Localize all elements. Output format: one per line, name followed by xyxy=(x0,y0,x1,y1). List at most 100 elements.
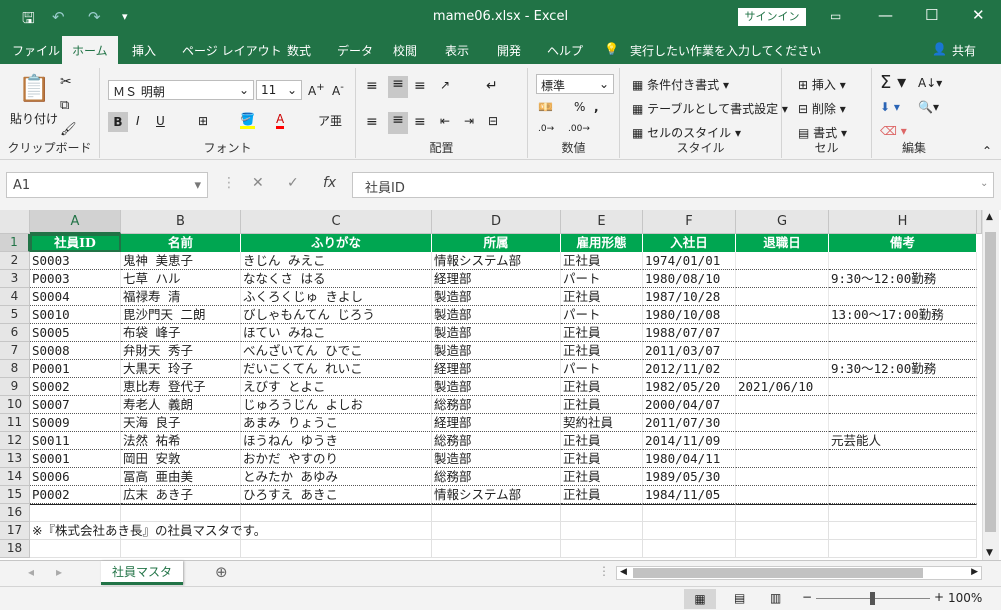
table-cell[interactable] xyxy=(829,342,977,360)
table-cell[interactable] xyxy=(736,288,829,306)
table-cell[interactable]: 1989/05/30 xyxy=(643,468,736,486)
autosum-icon[interactable]: Σ ▾ xyxy=(880,72,906,93)
table-cell[interactable]: 製造部 xyxy=(432,324,561,342)
row-header-6[interactable]: 6 xyxy=(0,324,30,342)
table-cell[interactable]: 製造部 xyxy=(432,342,561,360)
wrap-text-icon[interactable]: ↵ xyxy=(486,78,498,94)
row-header-13[interactable]: 13 xyxy=(0,450,30,468)
table-cell[interactable]: ひろすえ あきこ xyxy=(241,486,432,504)
scroll-up-icon[interactable]: ▲ xyxy=(986,212,993,222)
table-cell[interactable] xyxy=(829,288,977,306)
row-header-15[interactable]: 15 xyxy=(0,486,30,504)
table-cell[interactable]: S0010 xyxy=(30,306,121,324)
tab-review[interactable]: 校閲 xyxy=(393,42,417,59)
number-format-select[interactable]: 標準 ⌄ xyxy=(536,74,614,94)
table-cell[interactable]: 情報システム部 xyxy=(432,486,561,504)
tab-developer[interactable]: 開発 xyxy=(497,42,521,59)
row-header-14[interactable]: 14 xyxy=(0,468,30,486)
bold-button[interactable]: B xyxy=(108,112,128,132)
font-size-select[interactable]: 11 ⌄ xyxy=(256,80,302,100)
row-header-12[interactable]: 12 xyxy=(0,432,30,450)
table-cell[interactable]: 9:30～12:00勤務 xyxy=(829,360,977,378)
clear-icon[interactable]: ⌫ ▾ xyxy=(880,124,907,138)
table-cell[interactable]: 1987/10/28 xyxy=(643,288,736,306)
table-cell[interactable]: きじん みえこ xyxy=(241,252,432,270)
sort-filter-icon[interactable]: A↓▾ xyxy=(918,76,942,90)
table-cell[interactable]: 2021/06/10 xyxy=(736,378,829,396)
align-middle-icon[interactable]: ≡ xyxy=(388,76,408,98)
enter-icon[interactable]: ✓ xyxy=(287,175,299,191)
zoom-out-icon[interactable]: − xyxy=(802,590,812,604)
header-cell[interactable]: 所属 xyxy=(432,234,561,252)
table-cell[interactable] xyxy=(829,468,977,486)
shrink-font-icon[interactable]: A- xyxy=(332,82,344,98)
tab-insert[interactable]: 挿入 xyxy=(132,42,156,59)
table-cell[interactable]: パート xyxy=(561,360,643,378)
table-cell[interactable]: 岡田 安敦 xyxy=(121,450,241,468)
row-header-2[interactable]: 2 xyxy=(0,252,30,270)
table-cell[interactable]: ふくろくじゅ きよし xyxy=(241,288,432,306)
tab-view[interactable]: 表示 xyxy=(445,42,469,59)
table-cell[interactable]: 正社員 xyxy=(561,450,643,468)
table-cell[interactable]: 契約社員 xyxy=(561,414,643,432)
table-cell[interactable]: 1984/11/05 xyxy=(643,486,736,504)
table-cell[interactable]: ほうねん ゆうき xyxy=(241,432,432,450)
selected-cell-a1[interactable]: 社員ID xyxy=(30,234,121,252)
table-cell[interactable]: 正社員 xyxy=(561,324,643,342)
scroll-left-icon[interactable]: ◀ xyxy=(620,567,627,577)
table-cell[interactable]: S0005 xyxy=(30,324,121,342)
table-cell[interactable]: 1988/07/07 xyxy=(643,324,736,342)
table-cell[interactable]: とみたか あゆみ xyxy=(241,468,432,486)
empty-cell[interactable] xyxy=(736,540,829,558)
table-cell[interactable] xyxy=(736,270,829,288)
page-layout-view-icon[interactable]: ▤ xyxy=(734,591,745,605)
table-cell[interactable]: 9:30～12:00勤務 xyxy=(829,270,977,288)
empty-cell[interactable] xyxy=(561,540,643,558)
table-cell[interactable]: 正社員 xyxy=(561,432,643,450)
merge-center-icon[interactable]: ⊟ xyxy=(488,114,498,128)
close-icon[interactable]: ✕ xyxy=(972,6,985,24)
table-cell[interactable]: S0011 xyxy=(30,432,121,450)
table-cell[interactable] xyxy=(736,450,829,468)
empty-cell[interactable] xyxy=(736,504,829,522)
table-cell[interactable] xyxy=(736,396,829,414)
tab-help[interactable]: ヘルプ xyxy=(547,42,583,59)
table-cell[interactable] xyxy=(829,252,977,270)
header-cell[interactable]: 備考 xyxy=(829,234,977,252)
empty-cell[interactable] xyxy=(643,522,736,540)
table-cell[interactable]: S0008 xyxy=(30,342,121,360)
table-cell[interactable] xyxy=(736,414,829,432)
table-cell[interactable]: 1974/01/01 xyxy=(643,252,736,270)
scroll-down-icon[interactable]: ▼ xyxy=(986,548,993,558)
column-header-g[interactable]: G xyxy=(736,210,829,234)
table-cell[interactable]: P0002 xyxy=(30,486,121,504)
table-cell[interactable] xyxy=(829,414,977,432)
row-header-18[interactable]: 18 xyxy=(0,540,30,558)
column-header-f[interactable]: F xyxy=(643,210,736,234)
empty-cell[interactable] xyxy=(121,540,241,558)
table-cell[interactable]: 総務部 xyxy=(432,432,561,450)
font-name-select[interactable]: ＭＳ 明朝 ⌄ xyxy=(108,80,254,100)
table-cell[interactable]: 製造部 xyxy=(432,288,561,306)
table-cell[interactable]: 2014/11/09 xyxy=(643,432,736,450)
row-header-1[interactable]: 1 xyxy=(0,234,30,252)
table-cell[interactable] xyxy=(736,360,829,378)
table-cell[interactable]: 総務部 xyxy=(432,468,561,486)
empty-cell[interactable] xyxy=(829,540,977,558)
table-cell[interactable] xyxy=(736,468,829,486)
row-header-17[interactable]: 17 xyxy=(0,522,30,540)
table-cell[interactable]: びしゃもんてん じろう xyxy=(241,306,432,324)
accounting-icon[interactable]: 💴 xyxy=(538,100,553,114)
table-cell[interactable]: 広末 あき子 xyxy=(121,486,241,504)
table-cell[interactable]: 1980/04/11 xyxy=(643,450,736,468)
table-cell[interactable]: じゅろうじん よしお xyxy=(241,396,432,414)
table-cell[interactable]: 経理部 xyxy=(432,360,561,378)
table-cell[interactable]: あまみ りょうこ xyxy=(241,414,432,432)
table-cell[interactable]: S0001 xyxy=(30,450,121,468)
column-header-b[interactable]: B xyxy=(121,210,241,234)
empty-cell[interactable] xyxy=(643,540,736,558)
column-header-e[interactable]: E xyxy=(561,210,643,234)
header-cell[interactable]: ふりがな xyxy=(241,234,432,252)
empty-cell[interactable] xyxy=(432,540,561,558)
table-cell[interactable]: おかだ やすのり xyxy=(241,450,432,468)
